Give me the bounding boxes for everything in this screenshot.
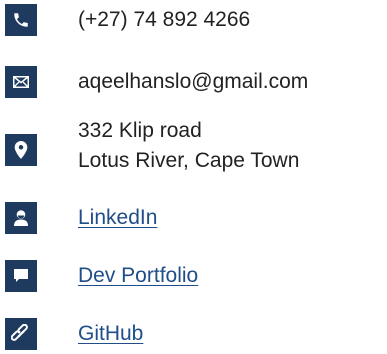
location-pin-icon (5, 134, 37, 166)
contact-list: (+27) 74 892 4266 aqeelhanslo@gmail.com … (0, 0, 387, 354)
linkedin-link[interactable]: LinkedIn (78, 205, 157, 231)
contact-row-linkedin: LinkedIn (0, 198, 387, 238)
link-icon (5, 318, 37, 350)
address-line-2: Lotus River, Cape Town (78, 149, 300, 172)
contact-row-email: aqeelhanslo@gmail.com (0, 62, 387, 102)
address: 332 Klip road Lotus River, Cape Town (78, 118, 299, 174)
chat-bubble-icon (5, 260, 37, 292)
dev-portfolio-link[interactable]: Dev Portfolio (78, 263, 198, 289)
github-link[interactable]: GitHub (78, 321, 143, 347)
phone-icon (5, 4, 37, 36)
envelope-icon (5, 66, 37, 98)
address-line-1: 332 Klip road (78, 119, 202, 142)
phone-number: (+27) 74 892 4266 (78, 8, 251, 31)
contact-row-portfolio: Dev Portfolio (0, 256, 387, 296)
contact-row-address: 332 Klip road Lotus River, Cape Town (0, 118, 387, 194)
contact-row-github: GitHub (0, 314, 387, 354)
person-icon (5, 202, 37, 234)
email-address: aqeelhanslo@gmail.com (78, 70, 309, 93)
contact-row-phone: (+27) 74 892 4266 (0, 0, 387, 40)
